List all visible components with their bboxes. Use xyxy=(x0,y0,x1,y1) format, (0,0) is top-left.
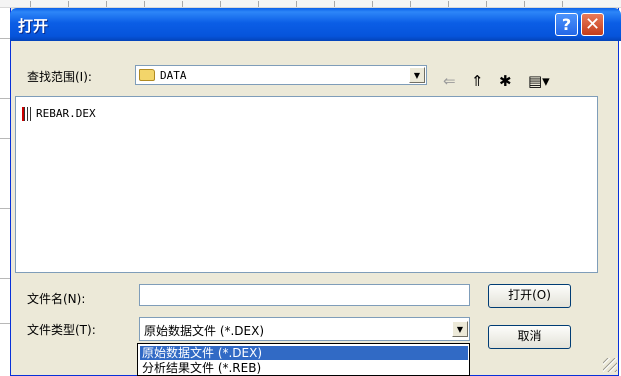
new-folder-icon[interactable]: ✱ xyxy=(499,73,512,89)
view-menu-icon[interactable]: ▤▾ xyxy=(528,73,550,89)
file-type-option-selected[interactable]: 原始数据文件 (*.DEX) xyxy=(140,346,468,360)
help-button[interactable]: ? xyxy=(555,13,578,36)
title-bar[interactable]: 打开 ? ✕ xyxy=(10,8,621,41)
look-in-label: 查找范围(I): xyxy=(27,70,92,84)
file-name-label: 文件名(N): xyxy=(27,292,86,306)
file-name-text: REBAR.DEX xyxy=(36,107,96,120)
open-button[interactable]: 打开(O) xyxy=(488,284,571,308)
back-arrow-icon[interactable]: ⇐ xyxy=(443,73,456,89)
close-button[interactable]: ✕ xyxy=(581,13,604,36)
file-type-dropdown-arrow[interactable]: ▼ xyxy=(452,321,468,337)
folder-icon xyxy=(139,69,155,81)
background-left-margin xyxy=(0,8,10,376)
cancel-button[interactable]: 取消 xyxy=(488,325,571,349)
up-folder-icon[interactable]: ⇑ xyxy=(471,73,484,89)
look-in-value: DATA xyxy=(160,69,187,82)
file-name-input[interactable] xyxy=(139,284,470,306)
open-file-dialog: 打开 ? ✕ 查找范围(I): DATA ▼ ⇐ ⇑ ✱ ▤▾ REBAR.DE… xyxy=(10,8,621,376)
file-type-options-list[interactable]: 原始数据文件 (*.DEX) 分析结果文件 (*.REB) xyxy=(137,343,470,376)
file-type-combo[interactable]: 原始数据文件 (*.DEX) ▼ xyxy=(139,317,470,341)
file-type-value: 原始数据文件 (*.DEX) xyxy=(144,324,265,338)
file-type-label: 文件类型(T): xyxy=(27,323,96,337)
background-ruler xyxy=(0,0,621,8)
file-type-option[interactable]: 分析结果文件 (*.REB) xyxy=(140,361,468,375)
look-in-dropdown-arrow[interactable]: ▼ xyxy=(409,67,425,83)
dialog-title: 打开 xyxy=(18,17,49,35)
file-list-item[interactable]: REBAR.DEX xyxy=(22,107,96,121)
look-in-combo[interactable]: DATA ▼ xyxy=(135,65,427,85)
data-file-icon xyxy=(22,107,33,121)
file-list[interactable]: REBAR.DEX xyxy=(15,96,598,273)
resize-grip[interactable] xyxy=(603,358,617,372)
